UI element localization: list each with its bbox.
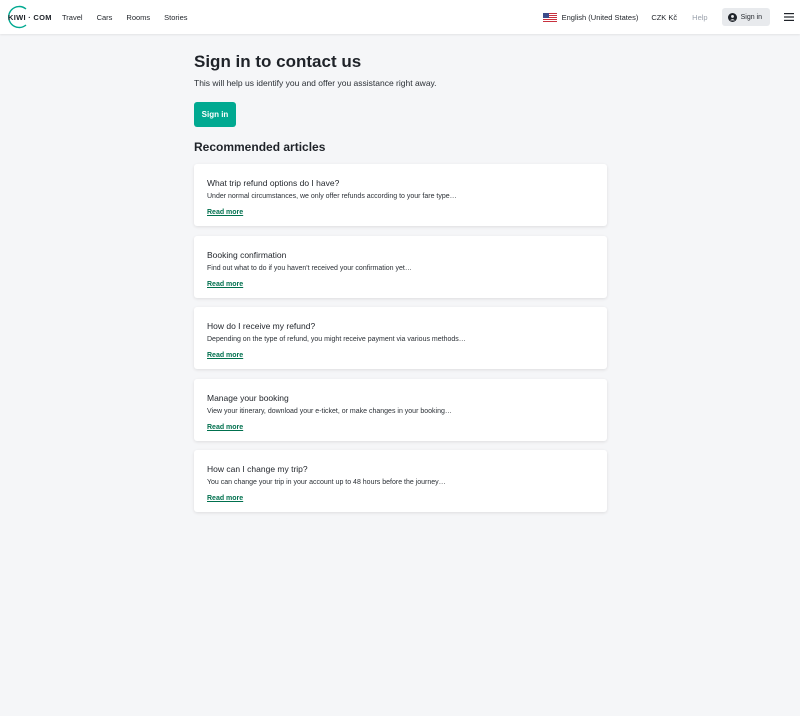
article-card[interactable]: How do I receive my refund? Depending on… xyxy=(194,307,607,369)
help-link[interactable]: Help xyxy=(692,13,707,22)
article-description: Under normal circumstances, we only offe… xyxy=(207,193,457,200)
user-icon xyxy=(727,12,737,22)
nav-travel[interactable]: Travel xyxy=(62,13,83,22)
article-card[interactable]: Manage your booking View your itinerary,… xyxy=(194,378,607,441)
recommended-articles-title: Recommended articles xyxy=(194,140,326,154)
article-title: How can I change my trip? xyxy=(207,464,308,474)
article-title: Manage your booking xyxy=(207,392,289,403)
article-card[interactable]: How can I change my trip? You can change… xyxy=(194,450,607,512)
nav-rooms[interactable]: Rooms xyxy=(126,13,150,22)
nav-stories[interactable]: Stories xyxy=(164,13,187,22)
us-flag-icon xyxy=(542,12,557,22)
article-description: View your itinerary, download your e-tic… xyxy=(207,407,452,415)
page-title: Sign in to contact us xyxy=(194,52,362,71)
main-content: Sign in to contact us This will help us … xyxy=(194,52,607,522)
currency-selector[interactable]: CZK Kč xyxy=(651,13,677,22)
header-actions: English (United States) CZK Kč Help Sign… xyxy=(542,0,800,34)
read-more-link[interactable]: Read more xyxy=(207,423,243,432)
logo-text: KIWI · COM xyxy=(8,12,52,22)
signin-button[interactable]: Sign in xyxy=(194,102,236,127)
nav-cars[interactable]: Cars xyxy=(97,13,113,22)
main-nav: Travel Cars Rooms Stories xyxy=(62,0,202,34)
article-card[interactable]: What trip refund options do I have? Unde… xyxy=(194,164,607,226)
header-signin-label: Sign in xyxy=(740,13,762,21)
article-title: What trip refund options do I have? xyxy=(207,178,340,188)
header-signin-button[interactable]: Sign in xyxy=(721,8,770,26)
read-more-link[interactable]: Read more xyxy=(207,280,243,289)
read-more-link[interactable]: Read more xyxy=(207,208,243,217)
language-label: English (United States) xyxy=(561,12,639,22)
article-title: Booking confirmation xyxy=(207,249,287,260)
article-description: You can change your trip in your account… xyxy=(207,479,446,486)
read-more-link[interactable]: Read more xyxy=(207,494,243,503)
article-title: How do I receive my refund? xyxy=(207,321,316,331)
articles-list: What trip refund options do I have? Unde… xyxy=(194,164,607,512)
top-bar: KIWI · COM Travel Cars Rooms Stories Eng… xyxy=(0,0,800,34)
kiwi-logo[interactable]: KIWI · COM xyxy=(4,5,52,29)
article-description: Depending on the type of refund, you mig… xyxy=(207,336,466,343)
language-selector[interactable]: English (United States) xyxy=(542,12,639,22)
hamburger-menu-icon[interactable] xyxy=(784,13,794,21)
page-subtitle: This will help us identify you and offer… xyxy=(194,78,437,88)
article-description: Find out what to do if you haven't recei… xyxy=(207,264,412,272)
article-card[interactable]: Booking confirmation Find out what to do… xyxy=(194,235,607,298)
read-more-link[interactable]: Read more xyxy=(207,351,243,360)
